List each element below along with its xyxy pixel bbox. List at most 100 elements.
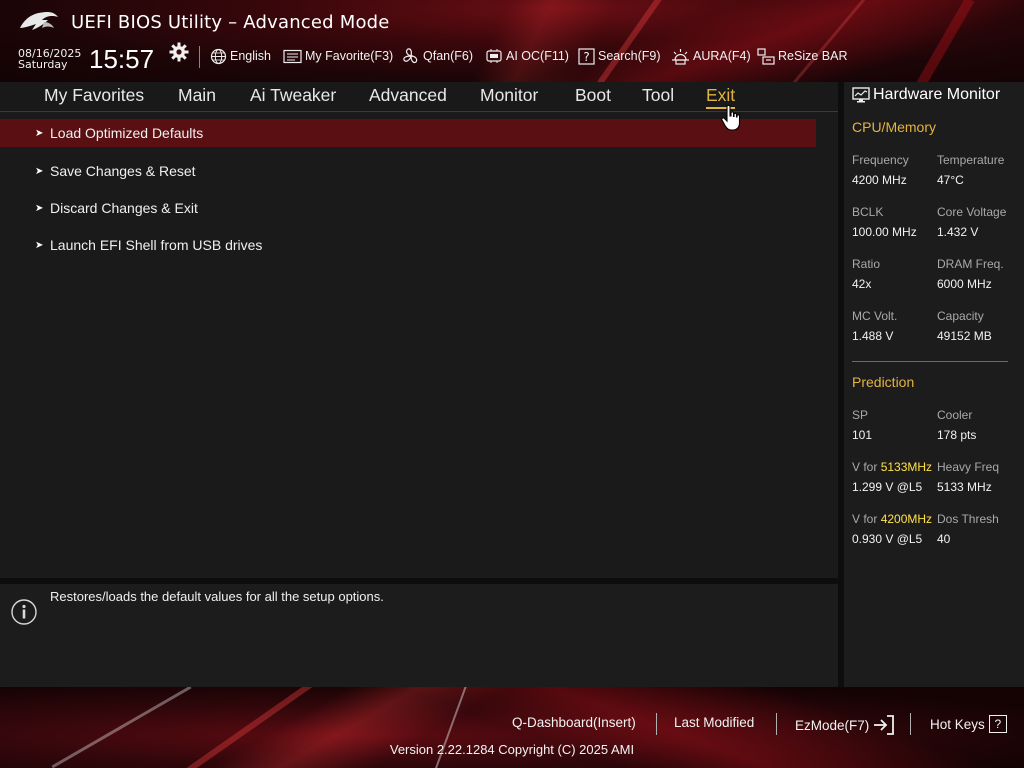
search-button[interactable]: ? Search(F9) [578,47,661,65]
hardware-monitor-title: Hardware Monitor [873,86,1001,103]
resize-bar-label: ReSize BAR [778,49,848,63]
ai-oc-icon [486,49,502,63]
exit-options-panel: ➤ Load Optimized Defaults ➤ Save Changes… [0,112,838,578]
last-modified-button[interactable]: Last Modified [674,715,754,730]
monitor-icon [852,87,870,103]
aura-icon [672,48,689,65]
heavy-freq-value: 5133 MHz [937,480,992,494]
my-favorite-button[interactable]: My Favorite(F3) [283,47,393,65]
ai-oc-button[interactable]: AI OC(F11) [485,47,569,65]
tab-exit[interactable]: Exit [706,85,736,109]
my-favorite-label: My Favorite(F3) [305,49,394,63]
arrow-right-icon: ➤ [35,202,44,214]
svg-text:?: ? [583,50,589,64]
language-label: English [230,49,271,63]
prediction-heading: Prediction [852,374,915,390]
qfan-button[interactable]: Qfan(F6) [402,47,473,65]
hw-section-divider [852,361,1008,362]
question-box-icon: ? [988,715,1007,733]
info-icon [11,599,37,625]
v-for-freq-2-label: V for 4200MHz [852,512,933,526]
temperature-label: Temperature [937,153,1005,167]
tab-tool[interactable]: Tool [642,85,674,106]
tab-advanced[interactable]: Advanced [369,85,447,106]
mc-volt-value: 1.488 V [852,329,894,343]
capacity-label: Capacity [937,309,984,323]
clock-display[interactable]: 15:57 [89,44,154,75]
aura-button[interactable]: AURA(F4) [671,47,751,65]
menu-item-launch-efi-shell[interactable]: ➤ Launch EFI Shell from USB drives [0,231,816,259]
header-bar: UEFI BIOS Utility – Advanced Mode 08/16/… [0,0,1024,82]
footer-separator [776,713,777,735]
arrow-right-icon: ➤ [35,165,44,177]
core-voltage-value: 1.432 V [937,225,979,239]
menu-item-save-changes-reset[interactable]: ➤ Save Changes & Reset [0,157,816,185]
cooler-label: Cooler [937,408,973,422]
ratio-value: 42x [852,277,872,291]
cpu-memory-heading: CPU/Memory [852,119,937,135]
ratio-label: Ratio [852,257,881,271]
menu-item-label: Discard Changes & Exit [50,200,198,216]
bclk-value: 100.00 MHz [852,225,917,239]
toolbar-separator [199,46,200,68]
search-label: Search(F9) [598,49,661,63]
dram-freq-value: 6000 MHz [937,277,992,291]
globe-icon [210,48,227,64]
qfan-label: Qfan(F6) [423,49,474,63]
q-dashboard-button[interactable]: Q-Dashboard(Insert) [512,715,636,730]
resize-bar-icon [757,47,775,65]
help-panel: Restores/loads the default values for al… [0,584,838,687]
pointer-hand-icon [721,104,741,131]
exit-to-icon [874,715,895,735]
cooler-value: 178 pts [937,428,977,442]
menu-item-label: Launch EFI Shell from USB drives [50,237,263,253]
version-text: Version 2.22.1284 Copyright (C) 2025 AMI [389,742,635,757]
ai-oc-label: AI OC(F11) [506,49,569,63]
help-description: Restores/loads the default values for al… [50,589,384,604]
hot-keys-button[interactable]: Hot Keys ? [930,715,1007,733]
rog-logo-icon [20,12,58,30]
capacity-value: 49152 MB [937,329,992,343]
tab-ai-tweaker[interactable]: Ai Tweaker [250,85,336,106]
sp-label: SP [852,408,869,422]
v-for-freq-2-highlight: 4200MHz [880,512,933,526]
v-for-freq-1-value: 1.299 V @L5 [852,480,923,494]
resize-bar-button[interactable]: ReSize BAR [757,47,847,65]
footer-bar: Q-Dashboard(Insert) Last Modified EzMode… [0,687,1024,768]
menu-item-load-optimized-defaults[interactable]: ➤ Load Optimized Defaults [0,119,816,147]
arrow-right-icon: ➤ [35,239,44,251]
ezmode-label: EzMode(F7) [795,717,870,733]
header-decoration [580,0,666,82]
header-decoration [895,0,975,82]
footer-separator [656,713,657,735]
app-title: UEFI BIOS Utility – Advanced Mode [71,12,390,33]
temperature-value: 47°C [937,173,964,187]
tab-boot[interactable]: Boot [575,85,611,106]
main-tab-bar: My Favorites Main Ai Tweaker Advanced Mo… [0,82,838,112]
tab-main[interactable]: Main [178,85,216,106]
arrow-right-icon: ➤ [35,127,44,139]
header-decoration [768,0,875,82]
hot-keys-label: Hot Keys [930,716,985,732]
menu-item-label: Save Changes & Reset [50,163,196,179]
heavy-freq-label: Heavy Freq [937,460,1000,474]
day-display[interactable]: Saturday [18,59,68,70]
core-voltage-label: Core Voltage [937,205,1007,219]
v-for-freq-2-value: 0.930 V @L5 [852,532,923,546]
dram-freq-label: DRAM Freq. [937,257,1004,271]
hardware-monitor-panel: Hardware Monitor CPU/Memory Frequency Te… [844,82,1024,687]
tab-monitor[interactable]: Monitor [480,85,538,106]
menu-item-discard-changes-exit[interactable]: ➤ Discard Changes & Exit [0,194,816,222]
gear-icon[interactable] [169,42,189,62]
mc-volt-label: MC Volt. [852,309,898,323]
search-help-icon: ? [578,47,595,65]
v-for-freq-1-highlight: 5133MHz [880,460,933,474]
language-button[interactable]: English [210,47,271,65]
ezmode-button[interactable]: EzMode(F7) [795,715,895,735]
tab-my-favorites[interactable]: My Favorites [44,85,144,106]
dos-thresh-label: Dos Thresh [937,512,999,526]
dos-thresh-value: 40 [937,532,951,546]
fan-icon [403,48,418,64]
v-for-freq-1-label: V for 5133MHz [852,460,933,474]
bclk-label: BCLK [852,205,884,219]
